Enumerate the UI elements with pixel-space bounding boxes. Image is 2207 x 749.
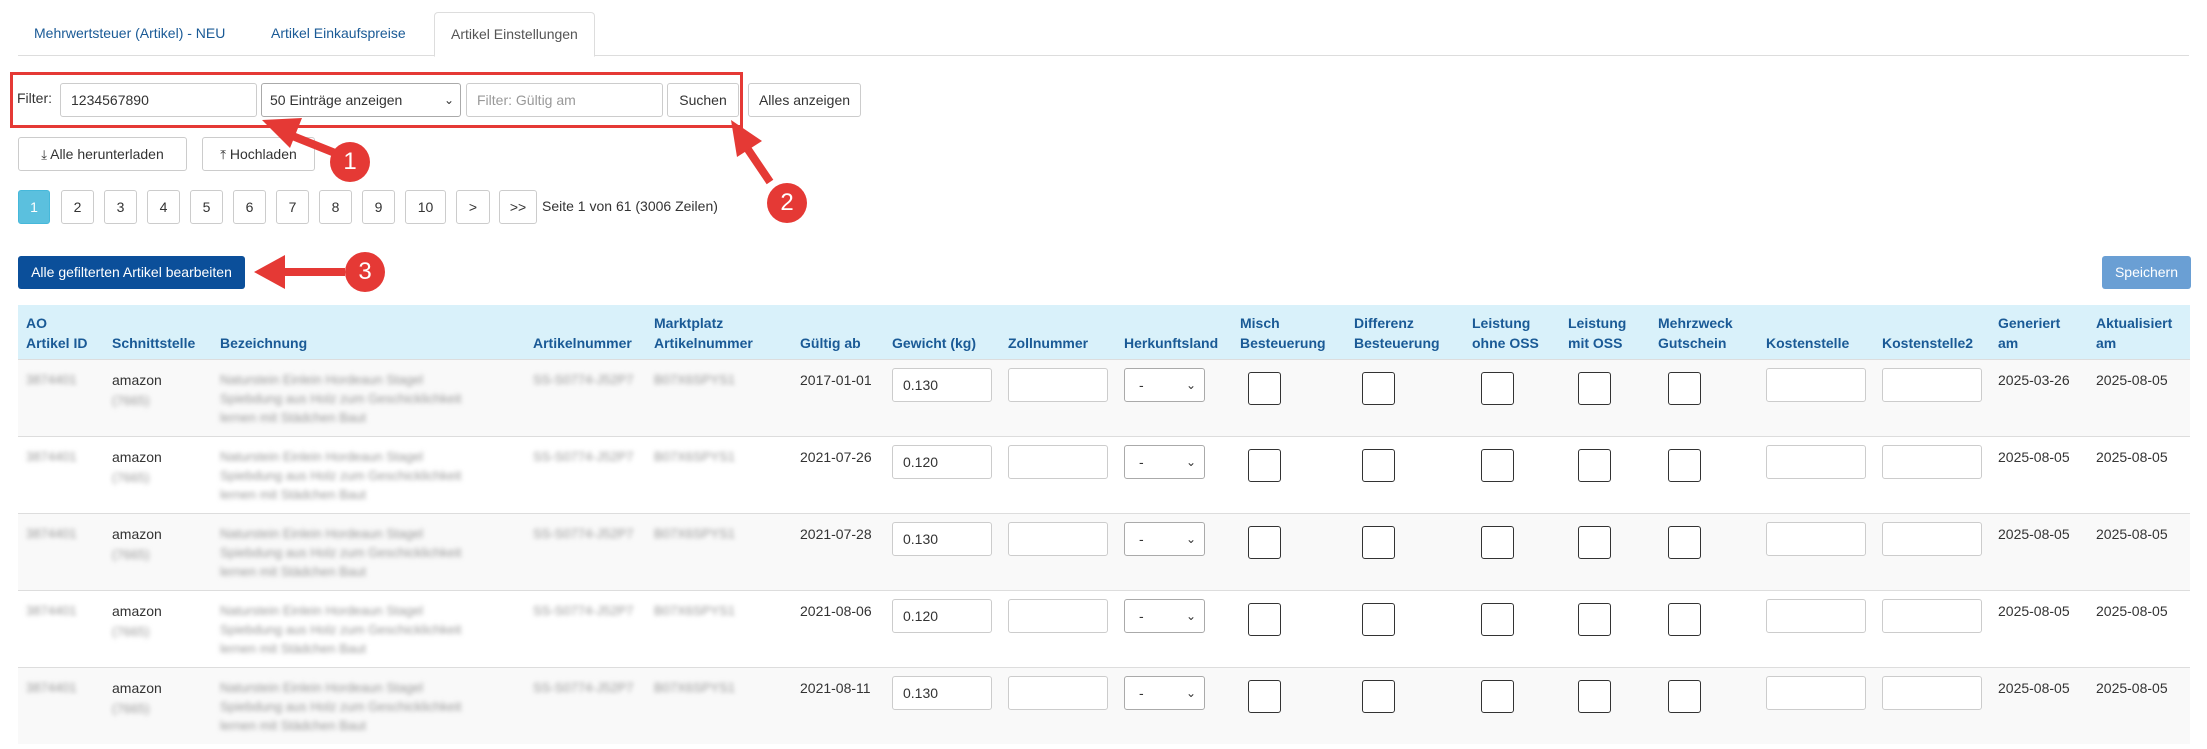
- annotation-badge-3: 3: [345, 252, 385, 292]
- annotation-badge-2: 2: [767, 183, 807, 223]
- annotation-arrows: [254, 118, 774, 289]
- annotation-badge-1: 1: [330, 142, 370, 182]
